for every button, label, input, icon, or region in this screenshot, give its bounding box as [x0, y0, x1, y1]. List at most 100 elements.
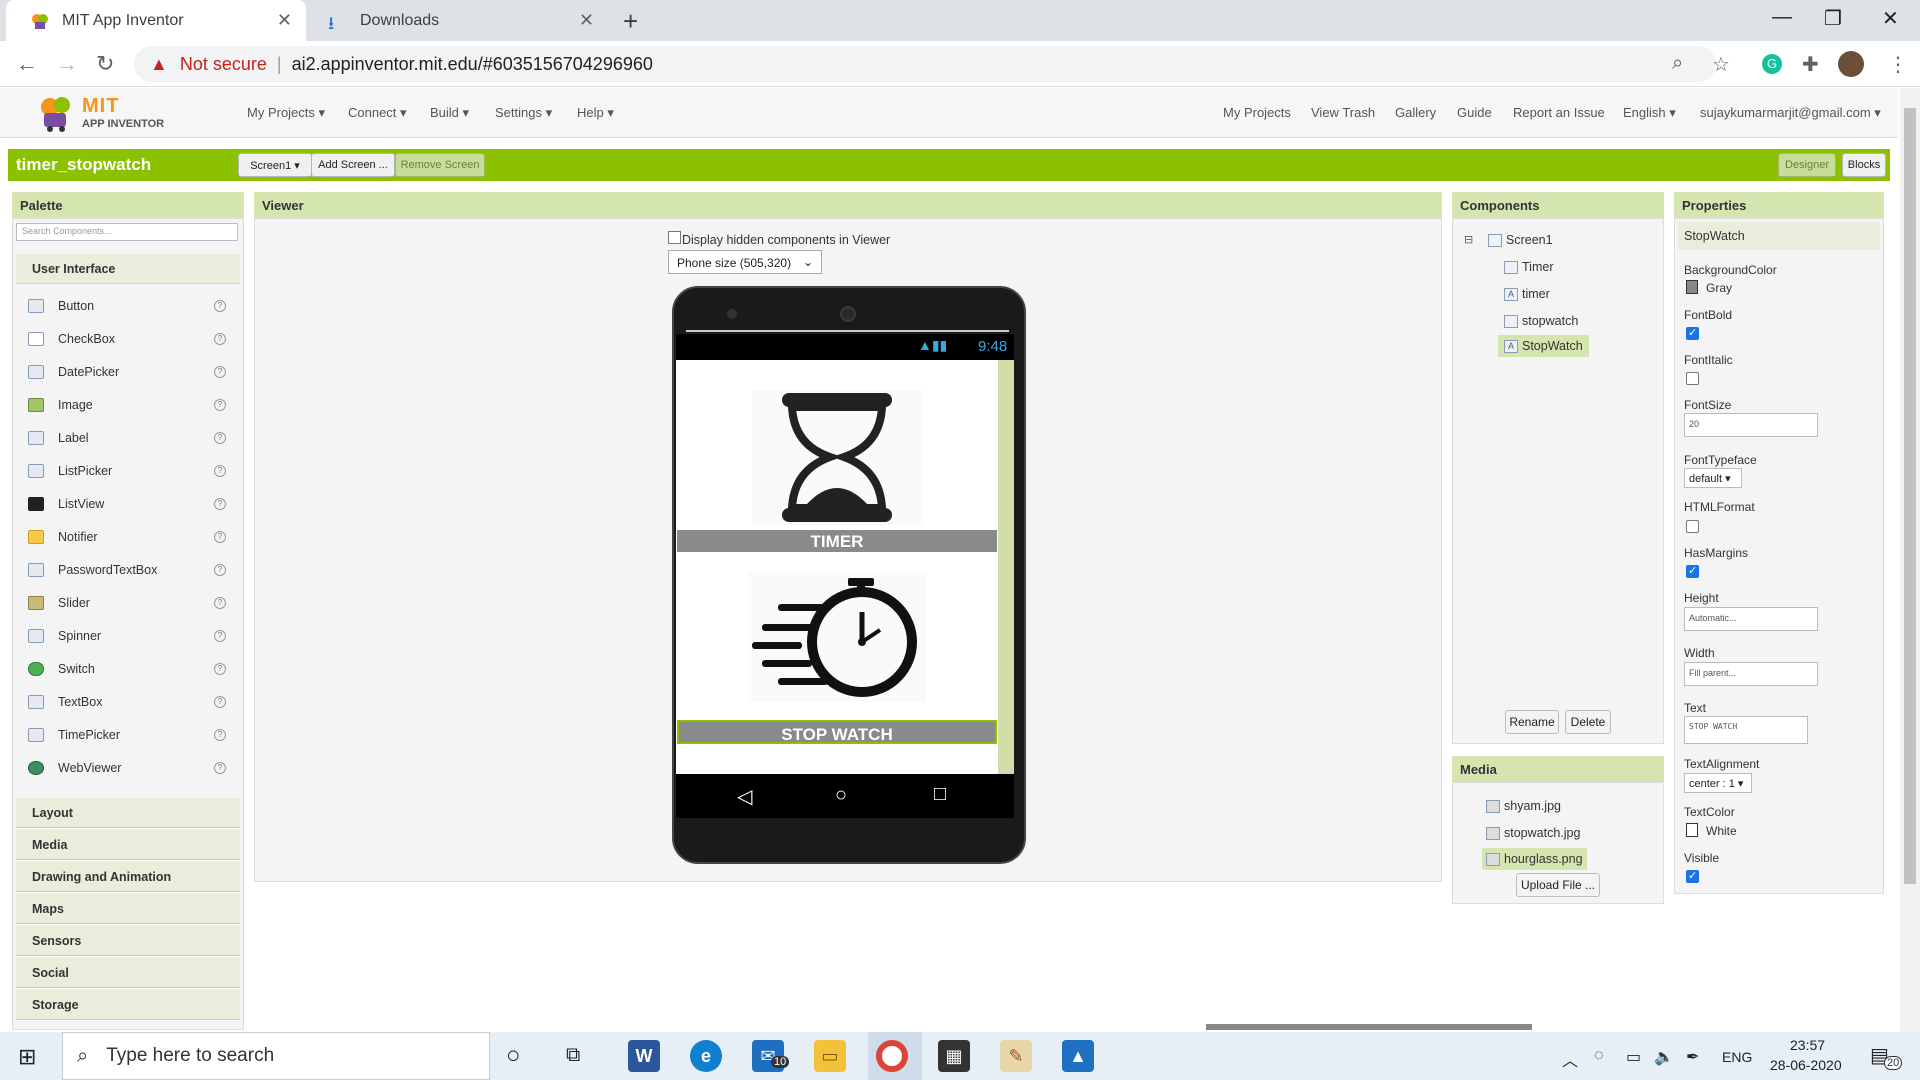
- profile-avatar[interactable]: [1838, 51, 1864, 77]
- clock-time[interactable]: 23:57: [1790, 1037, 1825, 1053]
- text-alignment-dropdown[interactable]: center : 1 ▾: [1684, 773, 1752, 793]
- cortana-icon[interactable]: ○: [506, 1042, 521, 1070]
- link-gallery[interactable]: Gallery: [1395, 105, 1436, 120]
- upload-file-button[interactable]: Upload File ...: [1516, 873, 1600, 897]
- palette-search-input[interactable]: Search Components...: [16, 223, 238, 241]
- pen-icon[interactable]: ✒: [1686, 1047, 1699, 1067]
- new-tab-icon[interactable]: +: [623, 6, 638, 37]
- menu-connect[interactable]: Connect ▾: [348, 105, 407, 121]
- close-tab-icon[interactable]: ✕: [277, 10, 292, 31]
- height-input[interactable]: Automatic...: [1684, 607, 1818, 631]
- help-icon[interactable]: ?: [214, 696, 226, 708]
- help-icon[interactable]: ?: [214, 465, 226, 477]
- display-hidden-checkbox[interactable]: [668, 231, 681, 244]
- font-bold-checkbox[interactable]: [1686, 326, 1699, 340]
- menu-build[interactable]: Build ▾: [430, 105, 469, 121]
- help-icon[interactable]: ?: [214, 663, 226, 675]
- help-icon[interactable]: ?: [214, 366, 226, 378]
- palette-item-passwordtextbox[interactable]: PasswordTextBox?: [28, 560, 226, 580]
- screen-select-dropdown[interactable]: Screen1 ▾: [238, 153, 312, 177]
- link-my-projects[interactable]: My Projects: [1223, 105, 1291, 120]
- rename-button[interactable]: Rename: [1505, 710, 1559, 734]
- clock-date[interactable]: 28-06-2020: [1770, 1057, 1842, 1073]
- task-view-icon[interactable]: ⧉: [566, 1044, 580, 1067]
- palette-item-button[interactable]: Button?: [28, 296, 226, 316]
- nav-recents-icon[interactable]: □: [934, 783, 946, 806]
- address-bar[interactable]: ▲ Not secure | ai2.appinventor.mit.edu/#…: [134, 46, 1716, 82]
- back-icon[interactable]: ←: [16, 51, 38, 77]
- help-icon[interactable]: ?: [214, 597, 226, 609]
- category-maps[interactable]: Maps: [16, 894, 240, 924]
- palette-item-image[interactable]: Image?: [28, 395, 226, 415]
- paint-icon[interactable]: ✎: [1000, 1040, 1032, 1072]
- extensions-icon[interactable]: ✚: [1802, 52, 1819, 77]
- minimize-icon[interactable]: —: [1772, 6, 1792, 29]
- nav-home-icon[interactable]: ○: [835, 784, 847, 807]
- palette-item-listview[interactable]: ListView?: [28, 494, 226, 514]
- menu-help[interactable]: Help ▾: [577, 105, 614, 121]
- help-icon[interactable]: ?: [214, 498, 226, 510]
- close-tab-icon[interactable]: ✕: [579, 10, 594, 31]
- word-icon[interactable]: W: [628, 1040, 660, 1072]
- nav-back-icon[interactable]: ◁: [737, 784, 752, 809]
- font-typeface-dropdown[interactable]: default ▾: [1684, 468, 1742, 488]
- tree-item-screen1[interactable]: Screen1: [1488, 233, 1553, 247]
- font-size-input[interactable]: 20: [1684, 413, 1818, 437]
- delete-button[interactable]: Delete: [1565, 710, 1611, 734]
- help-icon[interactable]: ?: [214, 630, 226, 642]
- photos-icon[interactable]: ▲: [1062, 1040, 1094, 1072]
- chrome-icon[interactable]: [876, 1040, 908, 1072]
- color-swatch-white[interactable]: [1686, 823, 1698, 837]
- windows-start-icon[interactable]: ⊞: [18, 1044, 36, 1070]
- category-user-interface[interactable]: User Interface: [16, 254, 240, 284]
- media-file-hourglass[interactable]: hourglass.png: [1482, 848, 1587, 870]
- add-screen-button[interactable]: Add Screen ...: [311, 153, 395, 177]
- media-file-stopwatch[interactable]: stopwatch.jpg: [1486, 826, 1580, 840]
- file-explorer-icon[interactable]: ▭: [814, 1040, 846, 1072]
- palette-item-timepicker[interactable]: TimePicker?: [28, 725, 226, 745]
- phone-size-select[interactable]: Phone size (505,320) ⌄: [668, 250, 822, 274]
- media-file-shyam[interactable]: shyam.jpg: [1486, 799, 1561, 813]
- palette-item-spinner[interactable]: Spinner?: [28, 626, 226, 646]
- prop-text-color-value[interactable]: White: [1706, 824, 1737, 838]
- calculator-icon[interactable]: ▦: [938, 1040, 970, 1072]
- language-indicator[interactable]: ENG: [1722, 1049, 1752, 1065]
- language-dropdown[interactable]: English ▾: [1623, 105, 1676, 121]
- palette-item-textbox[interactable]: TextBox?: [28, 692, 226, 712]
- blocks-button[interactable]: Blocks: [1842, 153, 1886, 177]
- color-swatch-gray[interactable]: [1686, 280, 1698, 294]
- category-sensors[interactable]: Sensors: [16, 926, 240, 956]
- link-guide[interactable]: Guide: [1457, 105, 1492, 120]
- account-dropdown[interactable]: sujaykumarmarjit@gmail.com ▾: [1700, 105, 1881, 121]
- palette-item-notifier[interactable]: Notifier?: [28, 527, 226, 547]
- tree-item-timer-label[interactable]: Atimer: [1504, 287, 1550, 301]
- prop-background-color-value[interactable]: Gray: [1706, 281, 1732, 295]
- width-input[interactable]: Fill parent...: [1684, 662, 1818, 686]
- collapse-tree-icon[interactable]: ⊟: [1464, 233, 1473, 246]
- has-margins-checkbox[interactable]: [1686, 564, 1699, 578]
- zoom-search-icon[interactable]: ⌕: [1672, 52, 1683, 75]
- battery-icon[interactable]: ▭: [1626, 1047, 1641, 1067]
- help-icon[interactable]: ?: [214, 531, 226, 543]
- restore-icon[interactable]: ❐: [1824, 6, 1842, 31]
- scrollbar-thumb[interactable]: [1904, 108, 1916, 884]
- menu-settings[interactable]: Settings ▾: [495, 105, 552, 121]
- help-icon[interactable]: ?: [214, 762, 226, 774]
- close-window-icon[interactable]: ✕: [1882, 6, 1899, 31]
- tab-downloads[interactable]: ⭳ Downloads ✕: [308, 0, 608, 41]
- palette-item-label[interactable]: Label?: [28, 428, 226, 448]
- help-icon[interactable]: ?: [214, 564, 226, 576]
- palette-item-webviewer[interactable]: WebViewer?: [28, 758, 226, 778]
- tree-item-stopwatch-button[interactable]: stopwatch: [1504, 314, 1578, 328]
- browser-menu-icon[interactable]: ⋮: [1888, 52, 1908, 77]
- grammarly-icon[interactable]: G: [1762, 54, 1782, 74]
- page-horizontal-scrollbar[interactable]: [1206, 1024, 1532, 1030]
- font-italic-checkbox[interactable]: [1686, 372, 1699, 385]
- text-textarea[interactable]: STOP WATCH: [1684, 716, 1808, 744]
- reload-icon[interactable]: ↻: [96, 51, 114, 77]
- show-hidden-icons-icon[interactable]: ︿: [1562, 1047, 1578, 1071]
- category-social[interactable]: Social: [16, 958, 240, 988]
- edge-icon[interactable]: e: [690, 1040, 722, 1072]
- help-icon[interactable]: ?: [214, 729, 226, 741]
- category-media[interactable]: Media: [16, 830, 240, 860]
